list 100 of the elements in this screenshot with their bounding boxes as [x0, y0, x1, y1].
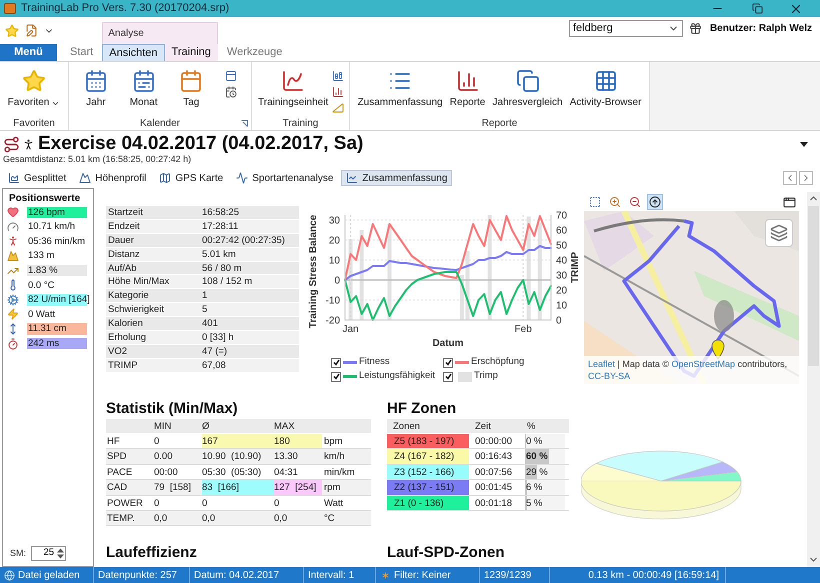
legend-checkbox[interactable] — [443, 358, 453, 368]
table-cell-text: TEMP. — [106, 512, 136, 526]
table-cell: 127 [254] — [274, 480, 322, 495]
tick-label: Jan — [342, 324, 359, 335]
view-tab[interactable]: GPS Karte — [154, 170, 228, 186]
axis-title: Datum — [432, 338, 464, 349]
ribbon-button[interactable]: Reporte — [448, 67, 488, 109]
zone-cell: Z3 (152 - 166) — [387, 464, 469, 480]
calendar-icon — [84, 69, 108, 93]
status-text: 1239/1239 — [484, 568, 532, 582]
map-tool-button[interactable] — [647, 194, 663, 210]
legend-checkbox[interactable] — [443, 372, 453, 382]
legend-checkbox[interactable] — [331, 372, 341, 382]
table-cell-text: 13.30 — [274, 450, 299, 464]
bar-chart-icon — [332, 86, 344, 98]
ribbon-tab[interactable]: Werkzeuge — [220, 44, 290, 61]
table-cell-text: 00:27:42 (00:27:35) — [202, 234, 286, 247]
tick-label: 30 — [556, 270, 568, 282]
map-attribution: Leaflet | Map data © OpenStreetMap contributors, CC-BY-SA — [584, 356, 799, 384]
ribbon-button[interactable]: Zusammenfassung — [356, 67, 445, 109]
mountain-icon — [79, 172, 92, 184]
table-cell-text: 0 — [202, 496, 208, 510]
tick-label: 0 — [556, 316, 562, 326]
table-cell-text: Auf/Ab — [107, 262, 138, 274]
zoom-in-icon — [609, 196, 621, 208]
ribbon-button[interactable]: Tag — [177, 67, 206, 109]
person-icon — [7, 235, 19, 248]
ribbon-button[interactable]: Jahr — [82, 67, 110, 109]
legend-checkbox[interactable] — [331, 358, 341, 368]
table-cell-text: 00:07:56 — [474, 466, 513, 480]
ribbon-button[interactable]: Favoriten — [6, 67, 62, 109]
view-tab[interactable]: Sportartenanalyse — [231, 170, 338, 186]
ribbon-tab[interactable]: Ansichten — [102, 44, 165, 61]
ribbon-button[interactable]: Jahresvergleich — [490, 67, 565, 109]
scroll-right-button[interactable] — [799, 171, 813, 185]
tick-label: 10 — [328, 256, 340, 266]
ribbon-button[interactable]: Activity-Browser — [568, 67, 644, 109]
ribbon-button[interactable]: Monat — [128, 67, 160, 109]
small-ribbon-button[interactable] — [223, 84, 238, 99]
tick-label: 70 — [556, 210, 568, 222]
gauge-icon — [7, 220, 19, 233]
ribbon-group-label: Reporte — [482, 116, 518, 130]
attribution-link[interactable]: CC-BY-SA — [588, 371, 630, 381]
panel-title: Positionswerte — [9, 192, 82, 205]
table-cell-text: 0 — [154, 496, 160, 510]
star-icon — [22, 69, 46, 93]
view-tab[interactable]: Zusammenfassung — [341, 170, 452, 186]
section-heading: Statistik (Min/Max) — [106, 399, 239, 419]
position-value: 11.31 cm — [27, 323, 87, 335]
small-ribbon-button[interactable] — [330, 68, 346, 83]
globe-icon — [4, 570, 15, 580]
tick-label: 0 — [334, 276, 340, 286]
sm-spinner[interactable]: 25 — [31, 546, 66, 561]
ribbon-button[interactable]: Trainingseinheit — [256, 67, 330, 109]
tick-label: 60 — [556, 226, 568, 236]
status-text: Filter: Keiner — [394, 568, 451, 582]
legend-label: Trimp — [474, 369, 498, 384]
table-cell: 5 % — [525, 498, 542, 509]
table-cell-text: VO2 — [107, 344, 128, 358]
scroll-left-button[interactable] — [783, 171, 797, 185]
status-text: 0.13 km - 00:00:49 [16:59:14] — [588, 568, 719, 582]
map-icon — [159, 172, 172, 184]
layers-control[interactable] — [765, 219, 793, 247]
position-value: 1.83 % — [27, 264, 87, 276]
table-cell-text: 00:00 — [154, 466, 179, 480]
table-cell-text: 79 [158] — [154, 481, 192, 495]
table-cell: 180 — [274, 434, 322, 448]
table-cell-text: 56 / 80 m — [202, 262, 243, 274]
tick-label: -20 — [326, 316, 340, 326]
table-cell-text: Kategorie — [107, 289, 150, 302]
cog-icon — [7, 294, 19, 306]
scrollbar[interactable] — [807, 192, 820, 567]
table-cell: 29 % — [525, 466, 548, 478]
profile-select[interactable]: feldberg — [568, 20, 683, 37]
small-ribbon-button[interactable] — [330, 84, 346, 99]
small-ribbon-button[interactable] — [223, 68, 238, 83]
heart-icon — [7, 206, 19, 218]
spinner-arrows-icon — [56, 547, 66, 560]
attribution-link[interactable]: Leaflet — [588, 359, 616, 369]
axis-title: Training Stress Balance — [308, 214, 319, 328]
menu-button[interactable]: Menü — [0, 44, 57, 61]
view-tab[interactable]: Gesplittet — [3, 170, 72, 186]
table-cell: 0 % — [525, 436, 542, 447]
ribbon-tab[interactable]: Training — [164, 44, 218, 61]
star-icon[interactable] — [5, 24, 19, 38]
calendar-icon — [132, 69, 156, 93]
table-cell-text: 00:01:18 — [474, 496, 513, 510]
table-cell-text: 0 — [274, 496, 280, 510]
attribution-link[interactable]: OpenStreetMap — [672, 359, 736, 369]
column-header: % — [526, 420, 536, 433]
launcher-icon[interactable] — [241, 120, 248, 127]
map-tool-button[interactable] — [627, 194, 643, 210]
gift-icon[interactable] — [688, 22, 702, 35]
window-icon[interactable] — [783, 196, 796, 208]
view-tab[interactable]: Höhenprofil — [74, 170, 152, 186]
position-value: 0 Watt — [27, 308, 56, 320]
caret-icon[interactable] — [800, 142, 808, 146]
section-heading: Laufeffizienz — [106, 543, 198, 563]
ribbon-tab[interactable]: Start — [63, 44, 100, 61]
edit-icon[interactable] — [25, 24, 38, 37]
